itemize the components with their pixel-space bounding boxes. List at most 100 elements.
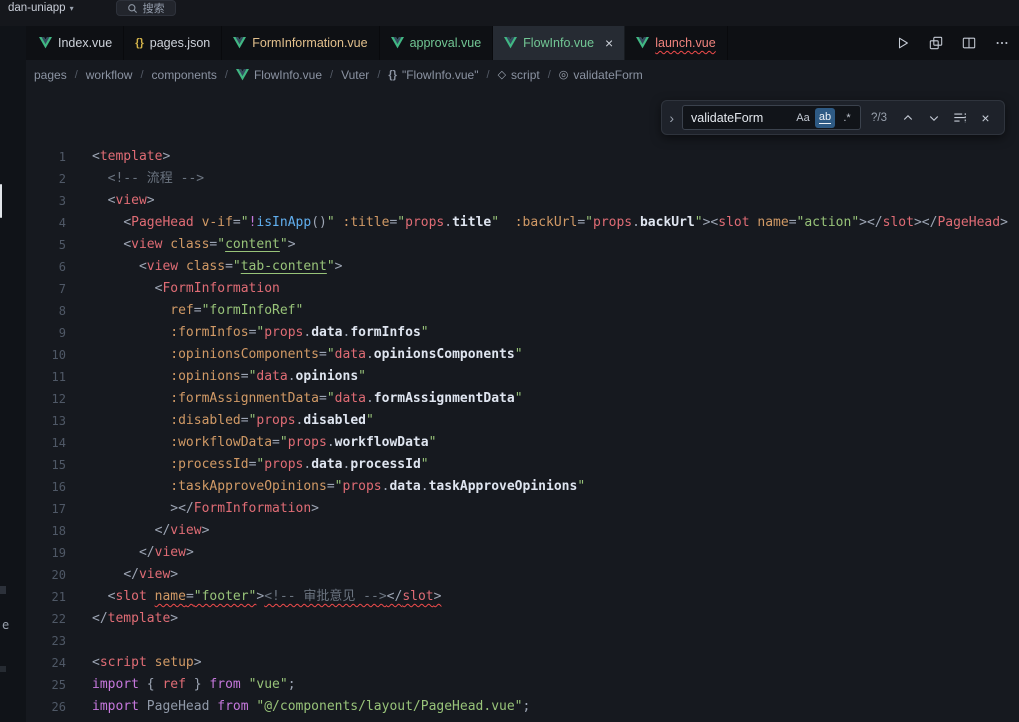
breadcrumb-separator: / [330, 69, 333, 81]
tab-pages.json[interactable]: {}pages.json [124, 26, 222, 60]
code-line: 10 :opinionsComponents="data.opinionsCom… [0, 344, 1019, 366]
line-number: 17 [26, 498, 66, 520]
editor-window: dan-uniapp ▾ 搜索 Index.vue {}pages.json For… [0, 0, 1019, 722]
line-number: 14 [26, 432, 66, 454]
previous-match-button[interactable] [897, 107, 918, 128]
code-line: 21 <slot name="footer"><!-- 审批意见 --></sl… [0, 586, 1019, 608]
code-line: 4 <PageHead v-if="!isInApp()" :title="pr… [0, 212, 1019, 234]
sidebar-cropped-text: e [2, 618, 9, 632]
breadcrumb-label: Vuter [341, 68, 369, 82]
breadcrumb-label: "FlowInfo.vue" [402, 68, 479, 82]
app-menu-label: dan-uniapp [8, 2, 66, 14]
vue-icon [504, 37, 517, 49]
code-line: 12 :formAssignmentData="data.formAssignm… [0, 388, 1019, 410]
code-line: 8 ref="formInfoRef" [0, 300, 1019, 322]
global-search-label: 搜索 [143, 0, 165, 16]
line-number: 25 [26, 674, 66, 696]
next-match-button[interactable] [923, 107, 944, 128]
run-button[interactable] [890, 30, 916, 56]
find-input-box: Aa ab .* [682, 105, 861, 130]
braces-icon: {} [388, 70, 397, 81]
breadcrumb-label: pages [34, 68, 67, 82]
find-input[interactable] [691, 111, 791, 125]
code-line: 6 <view class="tab-content"> [0, 256, 1019, 278]
code-text: <PageHead v-if="!isInApp()" :title="prop… [66, 212, 1008, 234]
breadcrumb-item[interactable]: FlowInfo.vue [236, 68, 322, 82]
code-line: 9 :formInfos="props.data.formInfos" [0, 322, 1019, 344]
more-actions-button[interactable] [989, 30, 1015, 56]
breadcrumb-label: script [511, 68, 540, 82]
vue-icon [233, 37, 246, 49]
split-editor-icon [962, 36, 976, 50]
code-text: </view> [66, 520, 209, 542]
vue-icon [236, 69, 249, 81]
search-icon [127, 3, 138, 14]
code-line: 25import { ref } from "vue"; [0, 674, 1019, 696]
regex-button[interactable]: .* [837, 108, 857, 128]
toggle-replace-button[interactable]: › [666, 111, 677, 125]
match-case-button[interactable]: Aa [793, 108, 813, 128]
breadcrumb-separator: / [487, 69, 490, 81]
breadcrumb-separator: / [140, 69, 143, 81]
line-number: 11 [26, 366, 66, 388]
tab-FormInformation.vue[interactable]: FormInformation.vue [222, 26, 379, 60]
breadcrumb-item[interactable]: {} "FlowInfo.vue" [388, 68, 478, 82]
tab-FlowInfo.vue[interactable]: FlowInfo.vue × [493, 26, 625, 60]
split-editor-button[interactable] [956, 30, 982, 56]
whole-word-button[interactable]: ab [815, 108, 835, 128]
line-number: 12 [26, 388, 66, 410]
line-number: 24 [26, 652, 66, 674]
breadcrumb-item[interactable]: ◎ validateForm [559, 68, 643, 82]
tab-label: approval.vue [410, 36, 482, 50]
breadcrumb-item[interactable]: ◇script [498, 68, 540, 82]
ellipsis-icon [995, 36, 1009, 50]
line-number: 4 [26, 212, 66, 234]
breadcrumb-item[interactable]: pages [34, 68, 67, 82]
tab-approval.vue[interactable]: approval.vue [380, 26, 494, 60]
close-icon[interactable]: × [605, 36, 613, 50]
line-number: 21 [26, 586, 66, 608]
code-text: </view> [66, 564, 178, 586]
line-number: 23 [26, 630, 66, 652]
code-text: :formAssignmentData="data.formAssignment… [66, 388, 523, 410]
line-number: 26 [26, 696, 66, 718]
breadcrumb-label: validateForm [573, 68, 642, 82]
tab-bar: Index.vue {}pages.json FormInformation.vue… [0, 26, 1019, 60]
breadcrumb-item[interactable]: workflow [86, 68, 133, 82]
line-number: 7 [26, 278, 66, 300]
code-text: <view class="content"> [66, 234, 296, 256]
breadcrumb-item[interactable]: components [152, 68, 217, 82]
line-number: 10 [26, 344, 66, 366]
line-number: 3 [26, 190, 66, 212]
code-line: 24<script setup> [0, 652, 1019, 674]
line-number: 13 [26, 410, 66, 432]
tab-label: Index.vue [58, 36, 112, 50]
json-icon: {} [135, 38, 144, 49]
code-editor[interactable]: 1<template>2 <!-- 流程 -->3 <view>4 <PageH… [0, 90, 1019, 722]
code-line: 16 :taskApproveOpinions="props.data.task… [0, 476, 1019, 498]
code-text: import { ref } from "vue"; [66, 674, 296, 696]
vue-icon [391, 37, 404, 49]
tab-label: FlowInfo.vue [523, 36, 594, 50]
tab-label: launch.vue [655, 36, 715, 50]
tab-list: Index.vue {}pages.json FormInformation.vue… [0, 26, 728, 60]
tab-label: FormInformation.vue [252, 36, 367, 50]
find-in-selection-button[interactable] [949, 107, 970, 128]
vue-icon [39, 37, 52, 49]
compare-button[interactable] [923, 30, 949, 56]
tab-launch.vue[interactable]: launch.vue [625, 26, 727, 60]
symbol-method-icon: ◎ [559, 70, 569, 81]
code-line: 15 :processId="props.data.processId" [0, 454, 1019, 476]
breadcrumb-item[interactable]: Vuter [341, 68, 369, 82]
code-text: <view class="tab-content"> [66, 256, 342, 278]
code-text: <FormInformation [66, 278, 280, 300]
line-number: 9 [26, 322, 66, 344]
tab-Index.vue[interactable]: Index.vue [28, 26, 124, 60]
diff-icon [929, 36, 943, 50]
breadcrumb-separator: / [548, 69, 551, 81]
code-line: 3 <view> [0, 190, 1019, 212]
code-text: <template> [66, 146, 170, 168]
app-menu[interactable]: dan-uniapp ▾ [2, 0, 80, 16]
close-icon[interactable]: × [975, 107, 996, 128]
global-search[interactable]: 搜索 [116, 0, 176, 16]
